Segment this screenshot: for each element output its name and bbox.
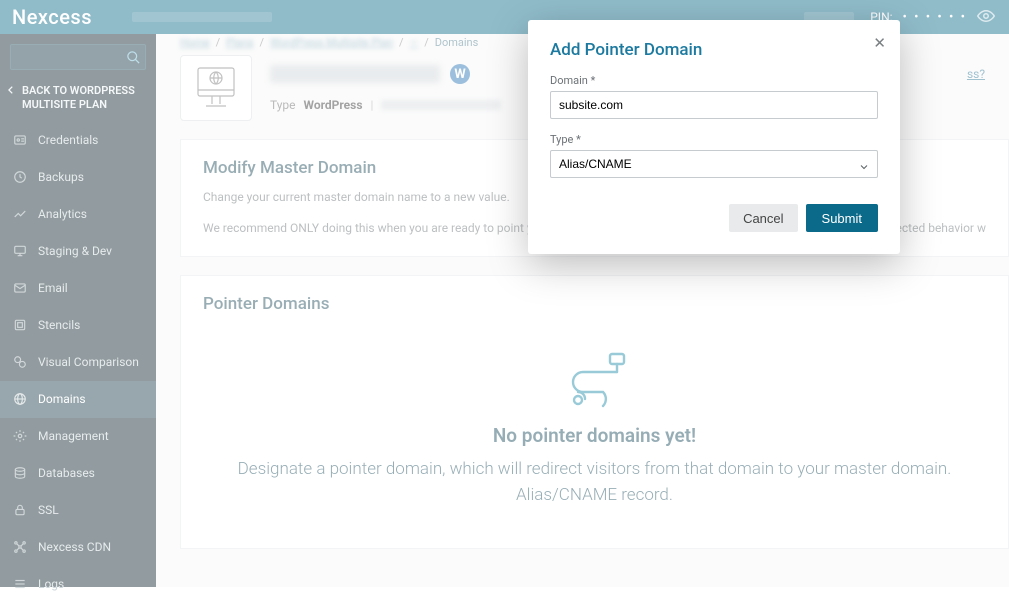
domain-label: Domain * <box>550 74 878 87</box>
submit-button[interactable]: Submit <box>806 204 878 232</box>
type-label: Type * <box>550 133 878 146</box>
domain-input[interactable] <box>550 91 878 119</box>
close-icon[interactable]: ✕ <box>873 34 886 52</box>
modal-title: Add Pointer Domain <box>550 40 878 60</box>
cancel-button[interactable]: Cancel <box>729 204 797 232</box>
add-pointer-domain-modal: ✕ Add Pointer Domain Domain * Type * Can… <box>528 20 900 254</box>
type-select[interactable] <box>550 150 878 178</box>
